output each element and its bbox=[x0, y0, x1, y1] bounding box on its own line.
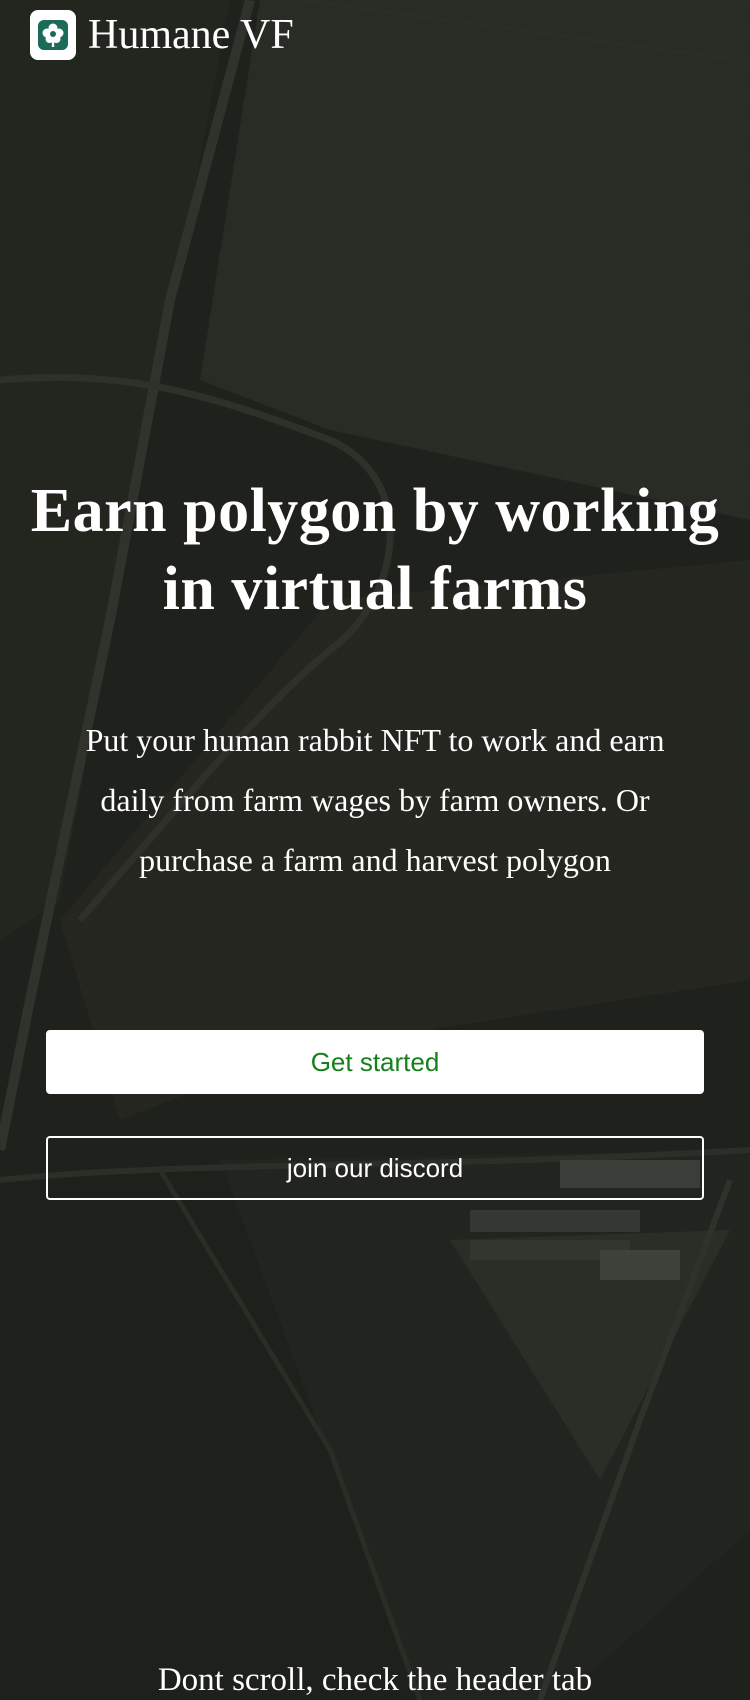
site-header: Humane VF bbox=[30, 10, 294, 60]
headline-line-2: in virtual farms bbox=[162, 555, 588, 623]
subtext-line-3: purchase a farm and harvest polygon bbox=[139, 842, 611, 878]
subtext-line-2: daily from farm wages by farm owners. Or bbox=[100, 782, 650, 818]
brand-name[interactable]: Humane VF bbox=[88, 10, 294, 60]
scroll-hint: Dont scroll, check the header tab bbox=[157, 1662, 593, 1698]
headline-line-1: Earn polygon by working bbox=[30, 477, 720, 545]
subtext-line-1: Put your human rabbit NFT to work and ea… bbox=[85, 722, 665, 758]
logo[interactable] bbox=[30, 10, 76, 60]
join-discord-button[interactable]: join our discord bbox=[46, 1136, 704, 1200]
hero-subtext: Put your human rabbit NFT to work and ea… bbox=[45, 710, 705, 890]
flower-icon bbox=[38, 20, 68, 50]
landing-page: Humane VF Earn polygon by working in vir… bbox=[0, 0, 750, 1700]
hero-headline: Earn polygon by working in virtual farms bbox=[20, 472, 730, 628]
get-started-button[interactable]: Get started bbox=[46, 1030, 704, 1094]
